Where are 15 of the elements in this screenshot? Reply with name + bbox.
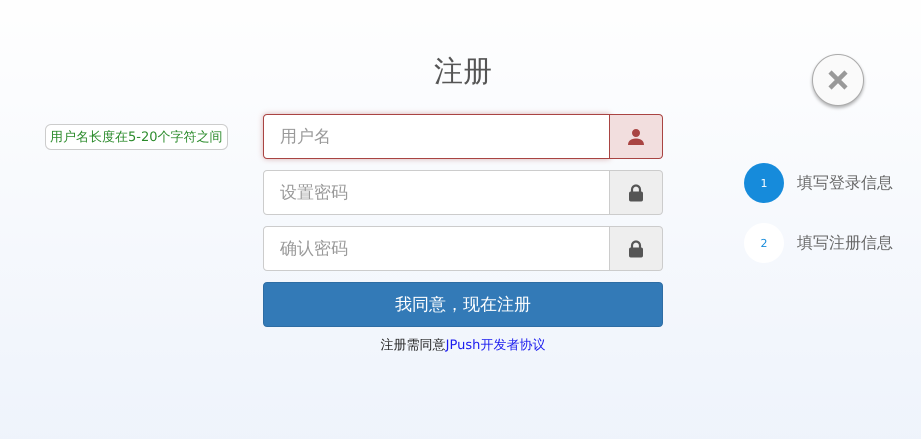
step-number: 2 xyxy=(744,223,784,263)
agreement-link[interactable]: JPush开发者协议 xyxy=(446,338,546,353)
user-icon xyxy=(627,128,645,146)
lock-icon xyxy=(628,184,644,202)
lock-icon xyxy=(628,240,644,258)
close-icon xyxy=(827,69,849,91)
validation-tooltip: 用户名长度在5-20个字符之间 xyxy=(45,124,228,150)
form-title: 注册 xyxy=(433,53,493,90)
agreement-text: 注册需同意 xyxy=(380,338,446,353)
register-button[interactable]: 我同意，现在注册 xyxy=(263,282,663,327)
step-label: 填写注册信息 xyxy=(797,232,893,254)
step-label: 填写登录信息 xyxy=(797,172,893,194)
close-button[interactable] xyxy=(812,54,864,106)
text-field[interactable]: 用户名 xyxy=(263,114,610,159)
step-number: 1 xyxy=(744,163,784,203)
